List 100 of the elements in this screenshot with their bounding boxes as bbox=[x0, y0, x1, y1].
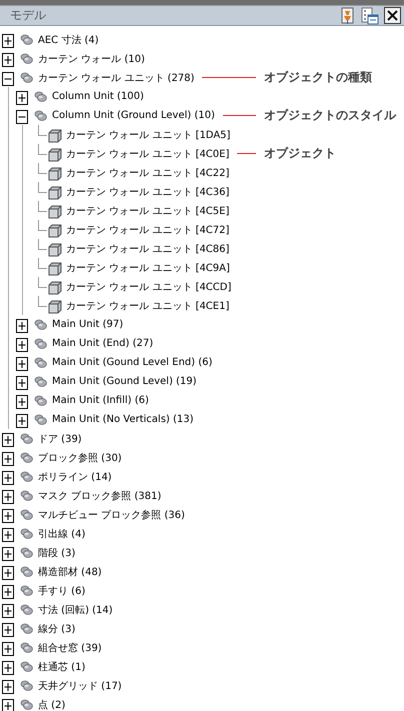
expand-toggle[interactable] bbox=[2, 452, 14, 466]
object-label[interactable]: カーテン ウォール ユニット [4C22] bbox=[66, 166, 230, 180]
tree-item-label[interactable]: 引出線 (4) bbox=[38, 526, 86, 540]
tree-item-label[interactable]: ポリライン (14) bbox=[38, 470, 112, 484]
cylinders-icon bbox=[20, 432, 34, 444]
cylinders-icon bbox=[20, 604, 34, 616]
object-label[interactable]: カーテン ウォール ユニット [4C0E] bbox=[66, 146, 230, 160]
cylinders-icon bbox=[20, 528, 34, 540]
cylinders-icon bbox=[20, 72, 34, 84]
tree-item-label[interactable]: 柱通芯 (1) bbox=[38, 660, 86, 674]
collapse-toggle[interactable] bbox=[16, 110, 28, 124]
expand-toggle[interactable] bbox=[16, 395, 28, 409]
tree-item-label[interactable]: カーテン ウォール (10) bbox=[38, 52, 145, 66]
expand-toggle[interactable] bbox=[2, 53, 14, 67]
tree-item-label[interactable]: 天井グリッド (17) bbox=[38, 678, 122, 692]
object-label[interactable]: カーテン ウォール ユニット [4C86] bbox=[66, 242, 230, 256]
cylinders-icon bbox=[34, 90, 48, 102]
tree-item-label[interactable]: Main Unit (97) bbox=[52, 319, 124, 330]
expand-toggle[interactable] bbox=[2, 509, 14, 523]
cube-icon bbox=[48, 281, 62, 295]
tree-item-label[interactable]: ブロック参照 (30) bbox=[38, 450, 122, 464]
expand-toggle[interactable] bbox=[16, 357, 28, 371]
leader-line bbox=[202, 77, 256, 78]
object-label[interactable]: カーテン ウォール ユニット [4C5E] bbox=[66, 204, 230, 218]
tree-item-label[interactable]: 手すり (6) bbox=[38, 584, 86, 598]
expand-toggle[interactable] bbox=[2, 623, 14, 637]
tree-item-label[interactable]: 構造部材 (48) bbox=[38, 564, 102, 578]
tree-item-label[interactable]: マスク ブロック参照 (381) bbox=[38, 488, 162, 502]
tree-item-label[interactable]: 線分 (3) bbox=[38, 622, 76, 636]
cylinders-icon bbox=[20, 546, 34, 558]
close-icon[interactable] bbox=[384, 7, 401, 24]
cylinders-icon bbox=[34, 356, 48, 368]
expand-toggle[interactable] bbox=[2, 471, 14, 485]
object-label[interactable]: カーテン ウォール ユニット [4CCD] bbox=[66, 280, 232, 294]
tree-item-label[interactable]: 寸法 (回転) (14) bbox=[38, 602, 113, 616]
tree-item-label[interactable]: Column Unit (Ground Level) (10) bbox=[52, 110, 215, 121]
expand-toggle[interactable] bbox=[2, 490, 14, 504]
cube-icon bbox=[48, 148, 62, 162]
cylinders-icon bbox=[20, 566, 34, 578]
tree-item-label[interactable]: Main Unit (No Verticals) (13) bbox=[52, 414, 194, 425]
cylinders-icon bbox=[34, 414, 48, 426]
expand-toggle[interactable] bbox=[2, 585, 14, 599]
tree-item-label[interactable]: 組合せ窓 (39) bbox=[38, 640, 102, 654]
expand-toggle[interactable] bbox=[2, 661, 14, 675]
pin-icon[interactable] bbox=[340, 6, 356, 24]
expand-toggle[interactable] bbox=[2, 604, 14, 618]
expand-toggle[interactable] bbox=[16, 319, 28, 333]
panel-title: モデル bbox=[10, 7, 46, 24]
tree-item-label[interactable]: Main Unit (Gound Level) (19) bbox=[52, 376, 197, 387]
cylinders-icon bbox=[20, 452, 34, 464]
leader-line bbox=[222, 115, 256, 116]
object-label[interactable]: カーテン ウォール ユニット [4C72] bbox=[66, 222, 230, 236]
cylinders-icon bbox=[20, 584, 34, 596]
tree-item-label[interactable]: 階段 (3) bbox=[38, 546, 76, 560]
cylinders-icon bbox=[34, 338, 48, 350]
object-label[interactable]: カーテン ウォール ユニット [4CE1] bbox=[66, 298, 230, 312]
expand-toggle[interactable] bbox=[2, 642, 14, 656]
expand-toggle[interactable] bbox=[2, 34, 14, 48]
cube-icon bbox=[48, 167, 62, 181]
expand-toggle[interactable] bbox=[2, 433, 14, 447]
expand-toggle[interactable] bbox=[2, 680, 14, 694]
tree-item-label[interactable]: カーテン ウォール ユニット (278) bbox=[38, 70, 194, 84]
cube-icon bbox=[48, 262, 62, 276]
callout-label: オブジェクト bbox=[264, 145, 337, 162]
cylinders-icon bbox=[20, 470, 34, 482]
tree-item-label[interactable]: Column Unit (100) bbox=[52, 91, 144, 102]
collapse-toggle[interactable] bbox=[2, 72, 14, 86]
expand-toggle[interactable] bbox=[2, 547, 14, 561]
cylinders-icon bbox=[20, 52, 34, 64]
cube-icon bbox=[48, 205, 62, 219]
cube-icon bbox=[48, 129, 62, 143]
expand-toggle[interactable] bbox=[16, 338, 28, 352]
properties-icon[interactable] bbox=[361, 6, 379, 24]
tree-item-label[interactable]: Main Unit (Gound Level End) (6) bbox=[52, 357, 212, 368]
cylinders-icon bbox=[20, 642, 34, 654]
tree-item-label[interactable]: AEC 寸法 (4) bbox=[38, 32, 99, 46]
cylinders-icon bbox=[20, 622, 34, 634]
expand-toggle[interactable] bbox=[16, 414, 28, 428]
object-label[interactable]: カーテン ウォール ユニット [1DA5] bbox=[66, 128, 230, 142]
callout-label: オブジェクトの種類 bbox=[264, 69, 373, 86]
cylinders-icon bbox=[20, 490, 34, 502]
callout-label: オブジェクトのスタイル bbox=[264, 107, 398, 124]
cube-icon bbox=[48, 186, 62, 200]
expand-toggle[interactable] bbox=[2, 528, 14, 542]
tree-item-label[interactable]: Main Unit (Infill) (6) bbox=[52, 395, 149, 406]
tree-item-label[interactable]: Main Unit (End) (27) bbox=[52, 338, 154, 349]
object-label[interactable]: カーテン ウォール ユニット [4C36] bbox=[66, 184, 230, 198]
cylinders-icon bbox=[34, 376, 48, 388]
tree-item-label[interactable]: ドア (39) bbox=[38, 432, 82, 446]
cylinders-icon bbox=[20, 680, 34, 692]
expand-toggle[interactable] bbox=[2, 566, 14, 580]
expand-toggle[interactable] bbox=[16, 376, 28, 390]
object-label[interactable]: カーテン ウォール ユニット [4C9A] bbox=[66, 260, 230, 274]
tree-item-label[interactable]: マルチビュー ブロック参照 (36) bbox=[38, 508, 185, 522]
cylinders-icon bbox=[20, 34, 34, 46]
cylinders-icon bbox=[34, 394, 48, 406]
tree-item-label[interactable]: 点 (2) bbox=[38, 698, 66, 711]
cube-icon bbox=[48, 224, 62, 238]
expand-toggle[interactable] bbox=[2, 699, 14, 711]
expand-toggle[interactable] bbox=[16, 91, 28, 105]
